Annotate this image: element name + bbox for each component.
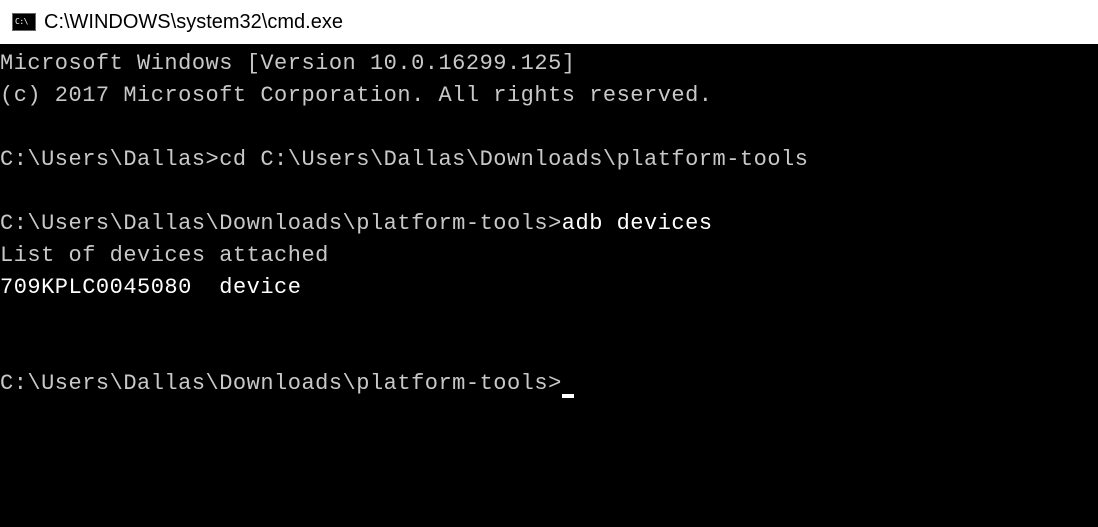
- device-status: device: [219, 275, 301, 300]
- command-line-2: C:\Users\Dallas\Downloads\platform-tools…: [0, 208, 1098, 240]
- cmd-icon-label: C:\: [15, 18, 28, 26]
- command-1: cd C:\Users\Dallas\Downloads\platform-to…: [219, 147, 808, 172]
- blank-line: [0, 304, 1098, 336]
- output-header: List of devices attached: [0, 240, 1098, 272]
- command-line-1: C:\Users\Dallas>cd C:\Users\Dallas\Downl…: [0, 144, 1098, 176]
- terminal-output[interactable]: Microsoft Windows [Version 10.0.16299.12…: [0, 44, 1098, 527]
- blank-line: [0, 336, 1098, 368]
- window-title: C:\WINDOWS\system32\cmd.exe: [44, 11, 343, 34]
- prompt-1: C:\Users\Dallas>: [0, 147, 219, 172]
- blank-line: [0, 112, 1098, 144]
- window-titlebar: C:\ C:\WINDOWS\system32\cmd.exe: [0, 0, 1098, 44]
- blank-line: [0, 176, 1098, 208]
- command-line-3: C:\Users\Dallas\Downloads\platform-tools…: [0, 368, 1098, 400]
- prompt-2: C:\Users\Dallas\Downloads\platform-tools…: [0, 211, 562, 236]
- command-2: adb devices: [562, 211, 713, 236]
- header-version: Microsoft Windows [Version 10.0.16299.12…: [0, 48, 1098, 80]
- output-device-line: 709KPLC0045080 device: [0, 272, 1098, 304]
- cursor: [562, 394, 574, 398]
- header-copyright: (c) 2017 Microsoft Corporation. All righ…: [0, 80, 1098, 112]
- device-id: 709KPLC0045080: [0, 275, 192, 300]
- prompt-3: C:\Users\Dallas\Downloads\platform-tools…: [0, 371, 562, 396]
- cmd-icon: C:\: [12, 13, 36, 31]
